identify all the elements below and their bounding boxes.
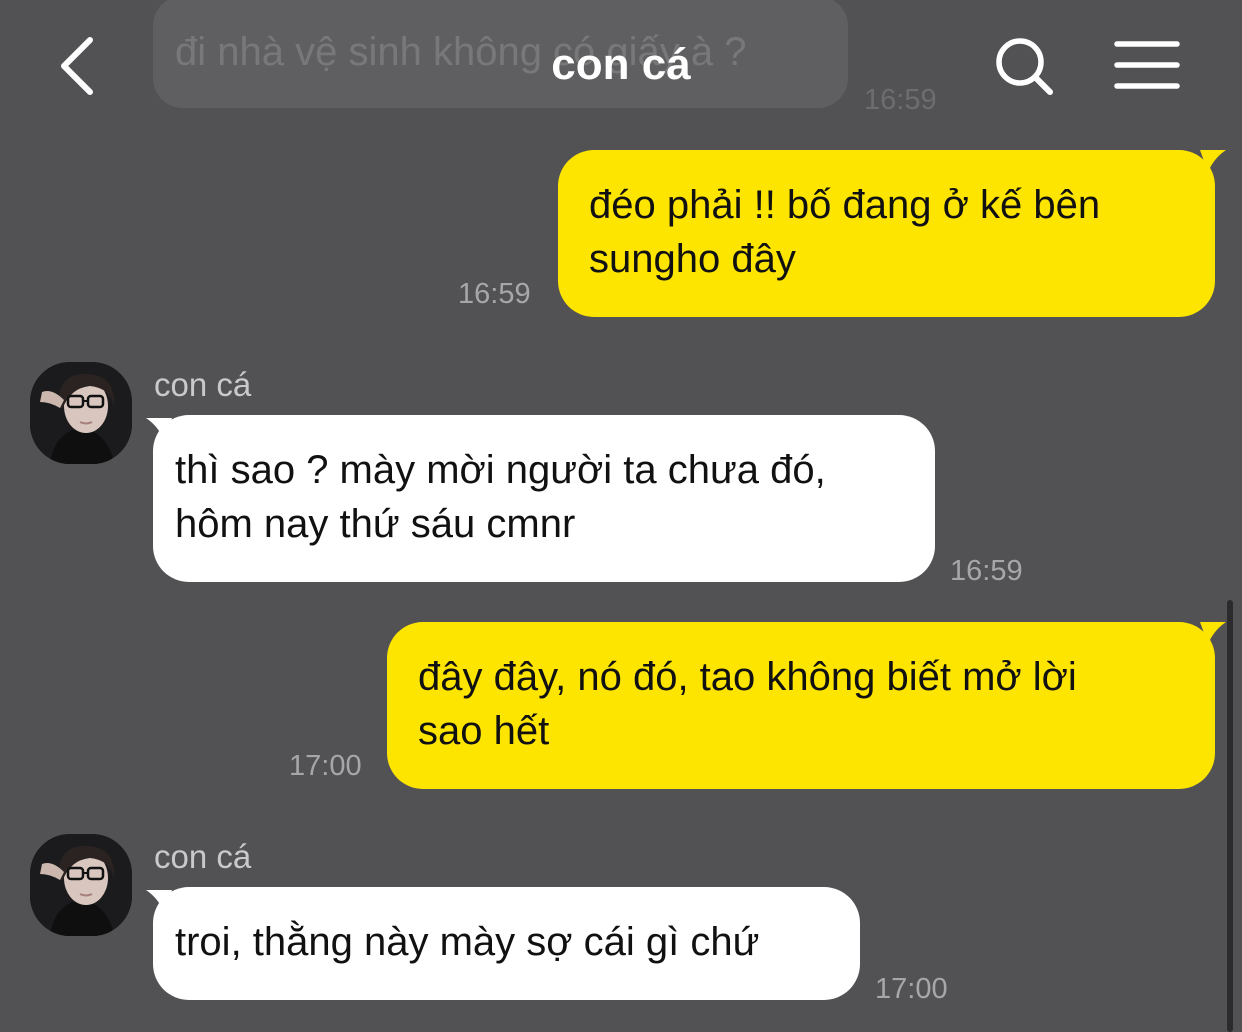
chevron-left-icon [61,37,93,95]
message-time: 16:59 [950,555,1023,587]
scrollbar[interactable] [1227,600,1233,1032]
hamburger-menu-icon [1114,41,1180,89]
back-button[interactable] [52,30,112,102]
message-text-line: đây đây, nó đó, tao không biết mở lời [418,655,1077,699]
message-time: 16:59 [458,278,531,310]
outgoing-message-bubble[interactable]: đây đây, nó đó, tao không biết mở lời sa… [387,622,1215,789]
outgoing-bubble-tail [1200,622,1226,644]
message-time: 17:00 [875,973,948,1005]
chat-header: con cá [0,0,1242,135]
search-icon [996,38,1053,95]
outgoing-message-bubble[interactable]: đéo phải !! bố đang ở kế bên sungho đây [558,150,1215,317]
message-time: 17:00 [289,750,362,782]
incoming-message-bubble[interactable]: troi, thằng này mày sợ cái gì chứ [153,887,860,1000]
message-text-line: thì sao ? mày mời người ta chưa đó, [175,448,826,492]
search-button[interactable] [992,34,1058,100]
sender-name: con cá [154,838,252,875]
chat-area[interactable]: đi nhà vệ sinh không có giấy à ? 16:59 c… [0,0,1242,1032]
sender-name: con cá [154,366,252,403]
avatar[interactable] [30,362,132,464]
menu-button[interactable] [1112,38,1182,94]
outgoing-bubble-tail [1200,150,1226,172]
avatar-photo [30,834,132,936]
incoming-message-bubble[interactable]: thì sao ? mày mời người ta chưa đó, hôm … [153,415,935,582]
message-text-line: hôm nay thứ sáu cmnr [175,502,576,546]
message-text-line: troi, thằng này mày sợ cái gì chứ [175,920,760,964]
avatar-photo [30,362,132,464]
avatar[interactable] [30,834,132,936]
message-text-line: sungho đây [589,237,796,281]
message-text-line: đéo phải !! bố đang ở kế bên [589,183,1101,227]
message-text-line: sao hết [418,709,550,753]
